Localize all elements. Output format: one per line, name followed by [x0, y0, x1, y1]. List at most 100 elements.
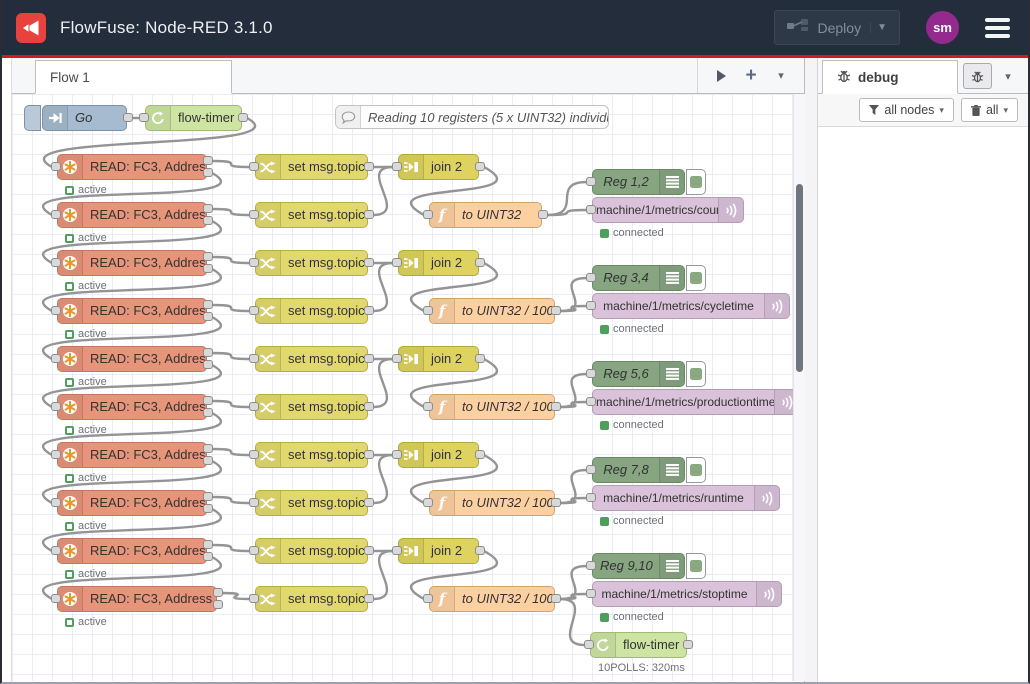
- node-change-10[interactable]: set msg.topic: [255, 586, 368, 612]
- node-function-3[interactable]: fto UINT32 / 100: [429, 394, 555, 420]
- node-join-4[interactable]: join 2: [398, 442, 479, 468]
- output-port[interactable]: [203, 264, 213, 273]
- node-modbus-read-5[interactable]: READ: FC3, Address 5active: [57, 346, 207, 372]
- output-port[interactable]: [203, 456, 213, 465]
- node-change-7[interactable]: set msg.topic: [255, 442, 368, 468]
- debug-panel-button[interactable]: [963, 63, 992, 89]
- flow-canvas[interactable]: Goflow-timerReading 10 registers (5 x UI…: [12, 94, 805, 681]
- output-port[interactable]: [203, 204, 213, 213]
- node-modbus-read-1[interactable]: READ: FC3, Address 1active: [57, 154, 207, 180]
- output-port[interactable]: [475, 258, 485, 267]
- node-mqtt-productiontime[interactable]: machine/1/metrics/productiontimeconnecte…: [592, 389, 800, 415]
- node-debug-reg-1-2[interactable]: Reg 1,2: [592, 169, 706, 195]
- input-port[interactable]: [249, 210, 259, 219]
- node-flow-timer-top[interactable]: flow-timer: [145, 105, 242, 131]
- wire[interactable]: [212, 353, 250, 359]
- output-port[interactable]: [203, 492, 213, 501]
- input-port[interactable]: [51, 354, 61, 363]
- input-port[interactable]: [249, 354, 259, 363]
- debug-toggle-button[interactable]: [686, 361, 706, 387]
- output-port[interactable]: [364, 546, 374, 555]
- node-mqtt-cycletime[interactable]: machine/1/metrics/cycletimeconnected: [592, 293, 790, 319]
- node-join-3[interactable]: join 2: [398, 346, 479, 372]
- node-flow-timer-bottom[interactable]: flow-timer10POLLS: 320ms: [590, 632, 687, 658]
- wire[interactable]: [373, 263, 393, 311]
- node-modbus-read-4[interactable]: READ: FC3, Address 4active: [57, 298, 207, 324]
- wire[interactable]: [560, 498, 587, 503]
- input-port[interactable]: [392, 162, 402, 171]
- output-port[interactable]: [551, 402, 561, 411]
- input-port[interactable]: [249, 162, 259, 171]
- output-port[interactable]: [203, 156, 213, 165]
- output-port[interactable]: [475, 162, 485, 171]
- output-port[interactable]: [364, 354, 374, 363]
- output-port[interactable]: [364, 162, 374, 171]
- debug-filter-button[interactable]: all nodes ▾: [859, 98, 954, 122]
- output-port[interactable]: [683, 640, 693, 649]
- input-port[interactable]: [586, 465, 596, 474]
- input-port[interactable]: [423, 594, 433, 603]
- input-port[interactable]: [51, 162, 61, 171]
- node-debug-reg-3-4[interactable]: Reg 3,4: [592, 265, 706, 291]
- input-port[interactable]: [423, 402, 433, 411]
- wire[interactable]: [212, 209, 250, 215]
- output-port[interactable]: [364, 258, 374, 267]
- input-port[interactable]: [586, 397, 596, 406]
- tab-debug[interactable]: debug: [822, 60, 958, 94]
- node-change-3[interactable]: set msg.topic: [255, 250, 368, 276]
- output-port[interactable]: [364, 594, 374, 603]
- node-modbus-read-2[interactable]: READ: FC3, Address 2active: [57, 202, 207, 228]
- add-flow-button[interactable]: +: [736, 58, 766, 93]
- input-port[interactable]: [586, 301, 596, 310]
- wire[interactable]: [212, 545, 250, 551]
- output-port[interactable]: [364, 402, 374, 411]
- input-port[interactable]: [51, 402, 61, 411]
- input-port[interactable]: [586, 177, 596, 186]
- node-function-4[interactable]: fto UINT32 / 100: [429, 490, 555, 516]
- input-port[interactable]: [423, 210, 433, 219]
- output-port[interactable]: [203, 408, 213, 417]
- output-port[interactable]: [475, 354, 485, 363]
- wire[interactable]: [212, 449, 250, 455]
- node-modbus-read-3[interactable]: READ: FC3, Address 3active: [57, 250, 207, 276]
- input-port[interactable]: [249, 594, 259, 603]
- output-port[interactable]: [203, 252, 213, 261]
- input-port[interactable]: [51, 306, 61, 315]
- output-port[interactable]: [203, 168, 213, 177]
- deploy-button[interactable]: Deploy ▼: [774, 10, 901, 45]
- output-port[interactable]: [364, 306, 374, 315]
- node-change-8[interactable]: set msg.topic: [255, 490, 368, 516]
- node-debug-reg-5-6[interactable]: Reg 5,6: [592, 361, 706, 387]
- output-port[interactable]: [238, 113, 248, 122]
- input-port[interactable]: [392, 258, 402, 267]
- input-port[interactable]: [51, 258, 61, 267]
- input-port[interactable]: [423, 306, 433, 315]
- node-function-5[interactable]: fto UINT32 / 100: [429, 586, 555, 612]
- input-port[interactable]: [423, 498, 433, 507]
- output-port[interactable]: [203, 216, 213, 225]
- node-change-6[interactable]: set msg.topic: [255, 394, 368, 420]
- wire[interactable]: [560, 599, 585, 645]
- wire[interactable]: [373, 359, 393, 407]
- output-port[interactable]: [203, 396, 213, 405]
- wire[interactable]: [222, 593, 250, 599]
- node-comment[interactable]: Reading 10 registers (5 x UINT32) indivi…: [335, 105, 609, 129]
- node-modbus-read-7[interactable]: READ: FC3, Address 7active: [57, 442, 207, 468]
- input-port[interactable]: [249, 402, 259, 411]
- input-port[interactable]: [51, 546, 61, 555]
- node-change-9[interactable]: set msg.topic: [255, 538, 368, 564]
- wire[interactable]: [373, 455, 393, 503]
- tab-list-button[interactable]: ▾: [766, 58, 796, 93]
- node-mqtt-runtime[interactable]: machine/1/metrics/runtimeconnected: [592, 485, 780, 511]
- input-port[interactable]: [249, 306, 259, 315]
- user-avatar[interactable]: sm: [926, 11, 959, 44]
- debug-toggle-button[interactable]: [686, 265, 706, 291]
- canvas-scrollbar-thumb[interactable]: [796, 184, 803, 372]
- node-modbus-read-10[interactable]: READ: FC3, Address 10active: [57, 586, 217, 612]
- main-menu-icon[interactable]: [985, 18, 1010, 38]
- node-join-1[interactable]: join 2: [398, 154, 479, 180]
- input-port[interactable]: [51, 210, 61, 219]
- input-port[interactable]: [249, 546, 259, 555]
- output-port[interactable]: [213, 588, 223, 597]
- input-port[interactable]: [392, 354, 402, 363]
